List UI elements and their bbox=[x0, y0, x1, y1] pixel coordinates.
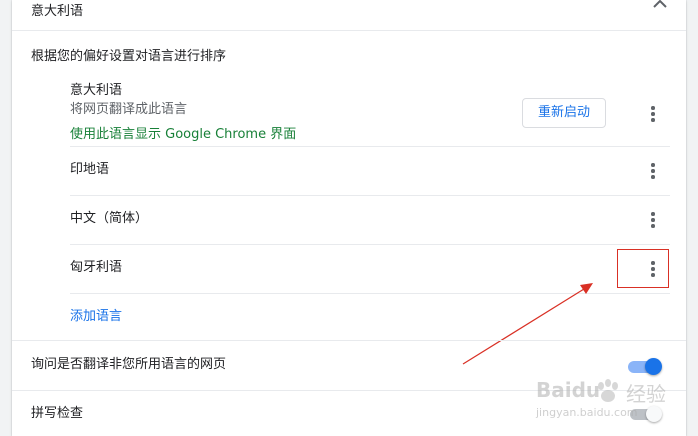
spellcheck-label: 拼写检查 bbox=[31, 406, 84, 421]
offer-translate-label: 询问是否翻译非您所用语言的网页 bbox=[31, 357, 227, 372]
spellcheck-toggle-knob[interactable] bbox=[646, 406, 662, 422]
offer-translate-toggle-knob[interactable] bbox=[645, 358, 662, 375]
divider bbox=[12, 390, 686, 391]
divider bbox=[12, 340, 686, 341]
